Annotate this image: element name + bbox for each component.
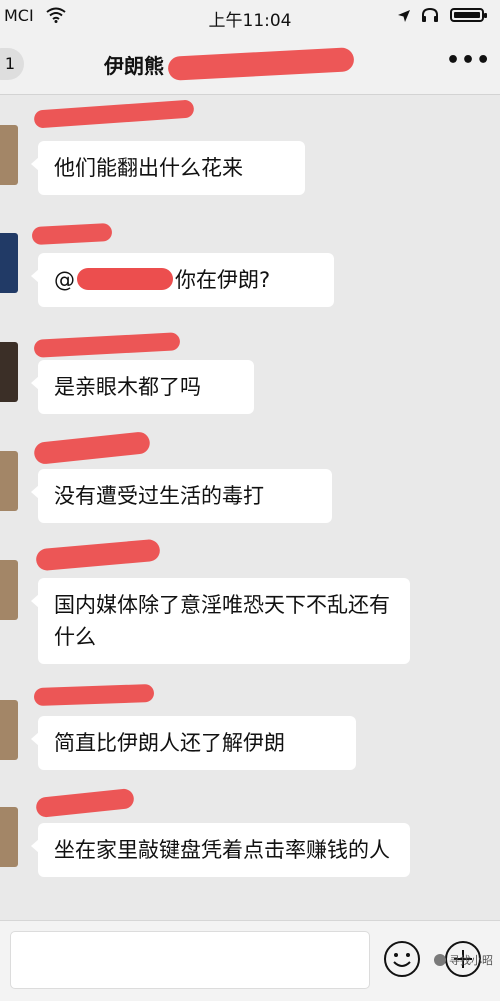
message-text: 他们能翻出什么花来 [54, 156, 243, 180]
message-bubble[interactable]: 他们能翻出什么花来 [31, 141, 305, 195]
avatar[interactable] [0, 807, 18, 867]
sender-name-redaction [31, 222, 113, 246]
sender-name-redaction [35, 538, 161, 572]
message-input[interactable] [10, 931, 370, 989]
message-bubble[interactable]: 国内媒体除了意淫唯恐天下不乱还有什么 [31, 578, 410, 664]
emoji-icon[interactable] [383, 940, 421, 978]
mention-redaction [77, 268, 173, 290]
chat-title: 伊朗熊 [104, 54, 164, 78]
message-bubble[interactable]: 没有遭受过生活的毒打 [31, 469, 332, 523]
chat-header: 1 伊朗熊 ••• [0, 34, 500, 95]
message-text: 坐在家里敲键盘凭着点击率赚钱的人 [54, 838, 390, 862]
avatar[interactable] [0, 560, 18, 620]
status-bar: MCI 上午11:04 [0, 0, 500, 34]
sender-name-redaction [35, 787, 135, 819]
message-bubble[interactable]: @ 你在伊朗? [31, 253, 334, 307]
battery-icon [450, 8, 487, 22]
message-bubble[interactable]: 是亲眼木都了吗 [31, 360, 254, 414]
avatar[interactable] [0, 451, 18, 511]
message-text: 是亲眼木都了吗 [54, 375, 201, 399]
message-text: @ [54, 268, 75, 292]
sender-name-redaction [33, 430, 151, 466]
message-text: 国内媒体除了意淫唯恐天下不乱还有什么 [54, 593, 390, 649]
message-bubble[interactable]: 简直比伊朗人还了解伊朗 [31, 716, 356, 770]
message-text: 没有遭受过生活的毒打 [54, 484, 264, 508]
headphones-icon [420, 7, 440, 27]
watermark-text: 寻找小昭 [449, 954, 493, 967]
sender-name-redaction [33, 683, 155, 707]
avatar[interactable] [0, 125, 18, 185]
title-redaction [167, 47, 355, 81]
more-options-button[interactable]: ••• [446, 48, 491, 73]
message-list[interactable]: 他们能翻出什么花来 @ 你在伊朗? 是亲眼木都了吗 没有遭受过生活的毒打 国内媒体… [0, 95, 500, 920]
location-arrow-icon [397, 8, 411, 27]
message-text: 简直比伊朗人还了解伊朗 [54, 731, 285, 755]
back-button[interactable]: 1 [0, 48, 24, 80]
avatar[interactable] [0, 233, 18, 293]
message-bubble[interactable]: 坐在家里敲键盘凭着点击率赚钱的人 [31, 823, 410, 877]
message-text: 你在伊朗? [175, 268, 271, 292]
avatar[interactable] [0, 700, 18, 760]
message-input-bar [0, 920, 500, 1001]
avatar[interactable] [0, 342, 18, 402]
sender-name-redaction [33, 332, 181, 358]
watermark-logo-icon [434, 954, 446, 966]
sender-name-redaction [33, 99, 195, 129]
watermark: 寻找小昭 [434, 952, 493, 968]
